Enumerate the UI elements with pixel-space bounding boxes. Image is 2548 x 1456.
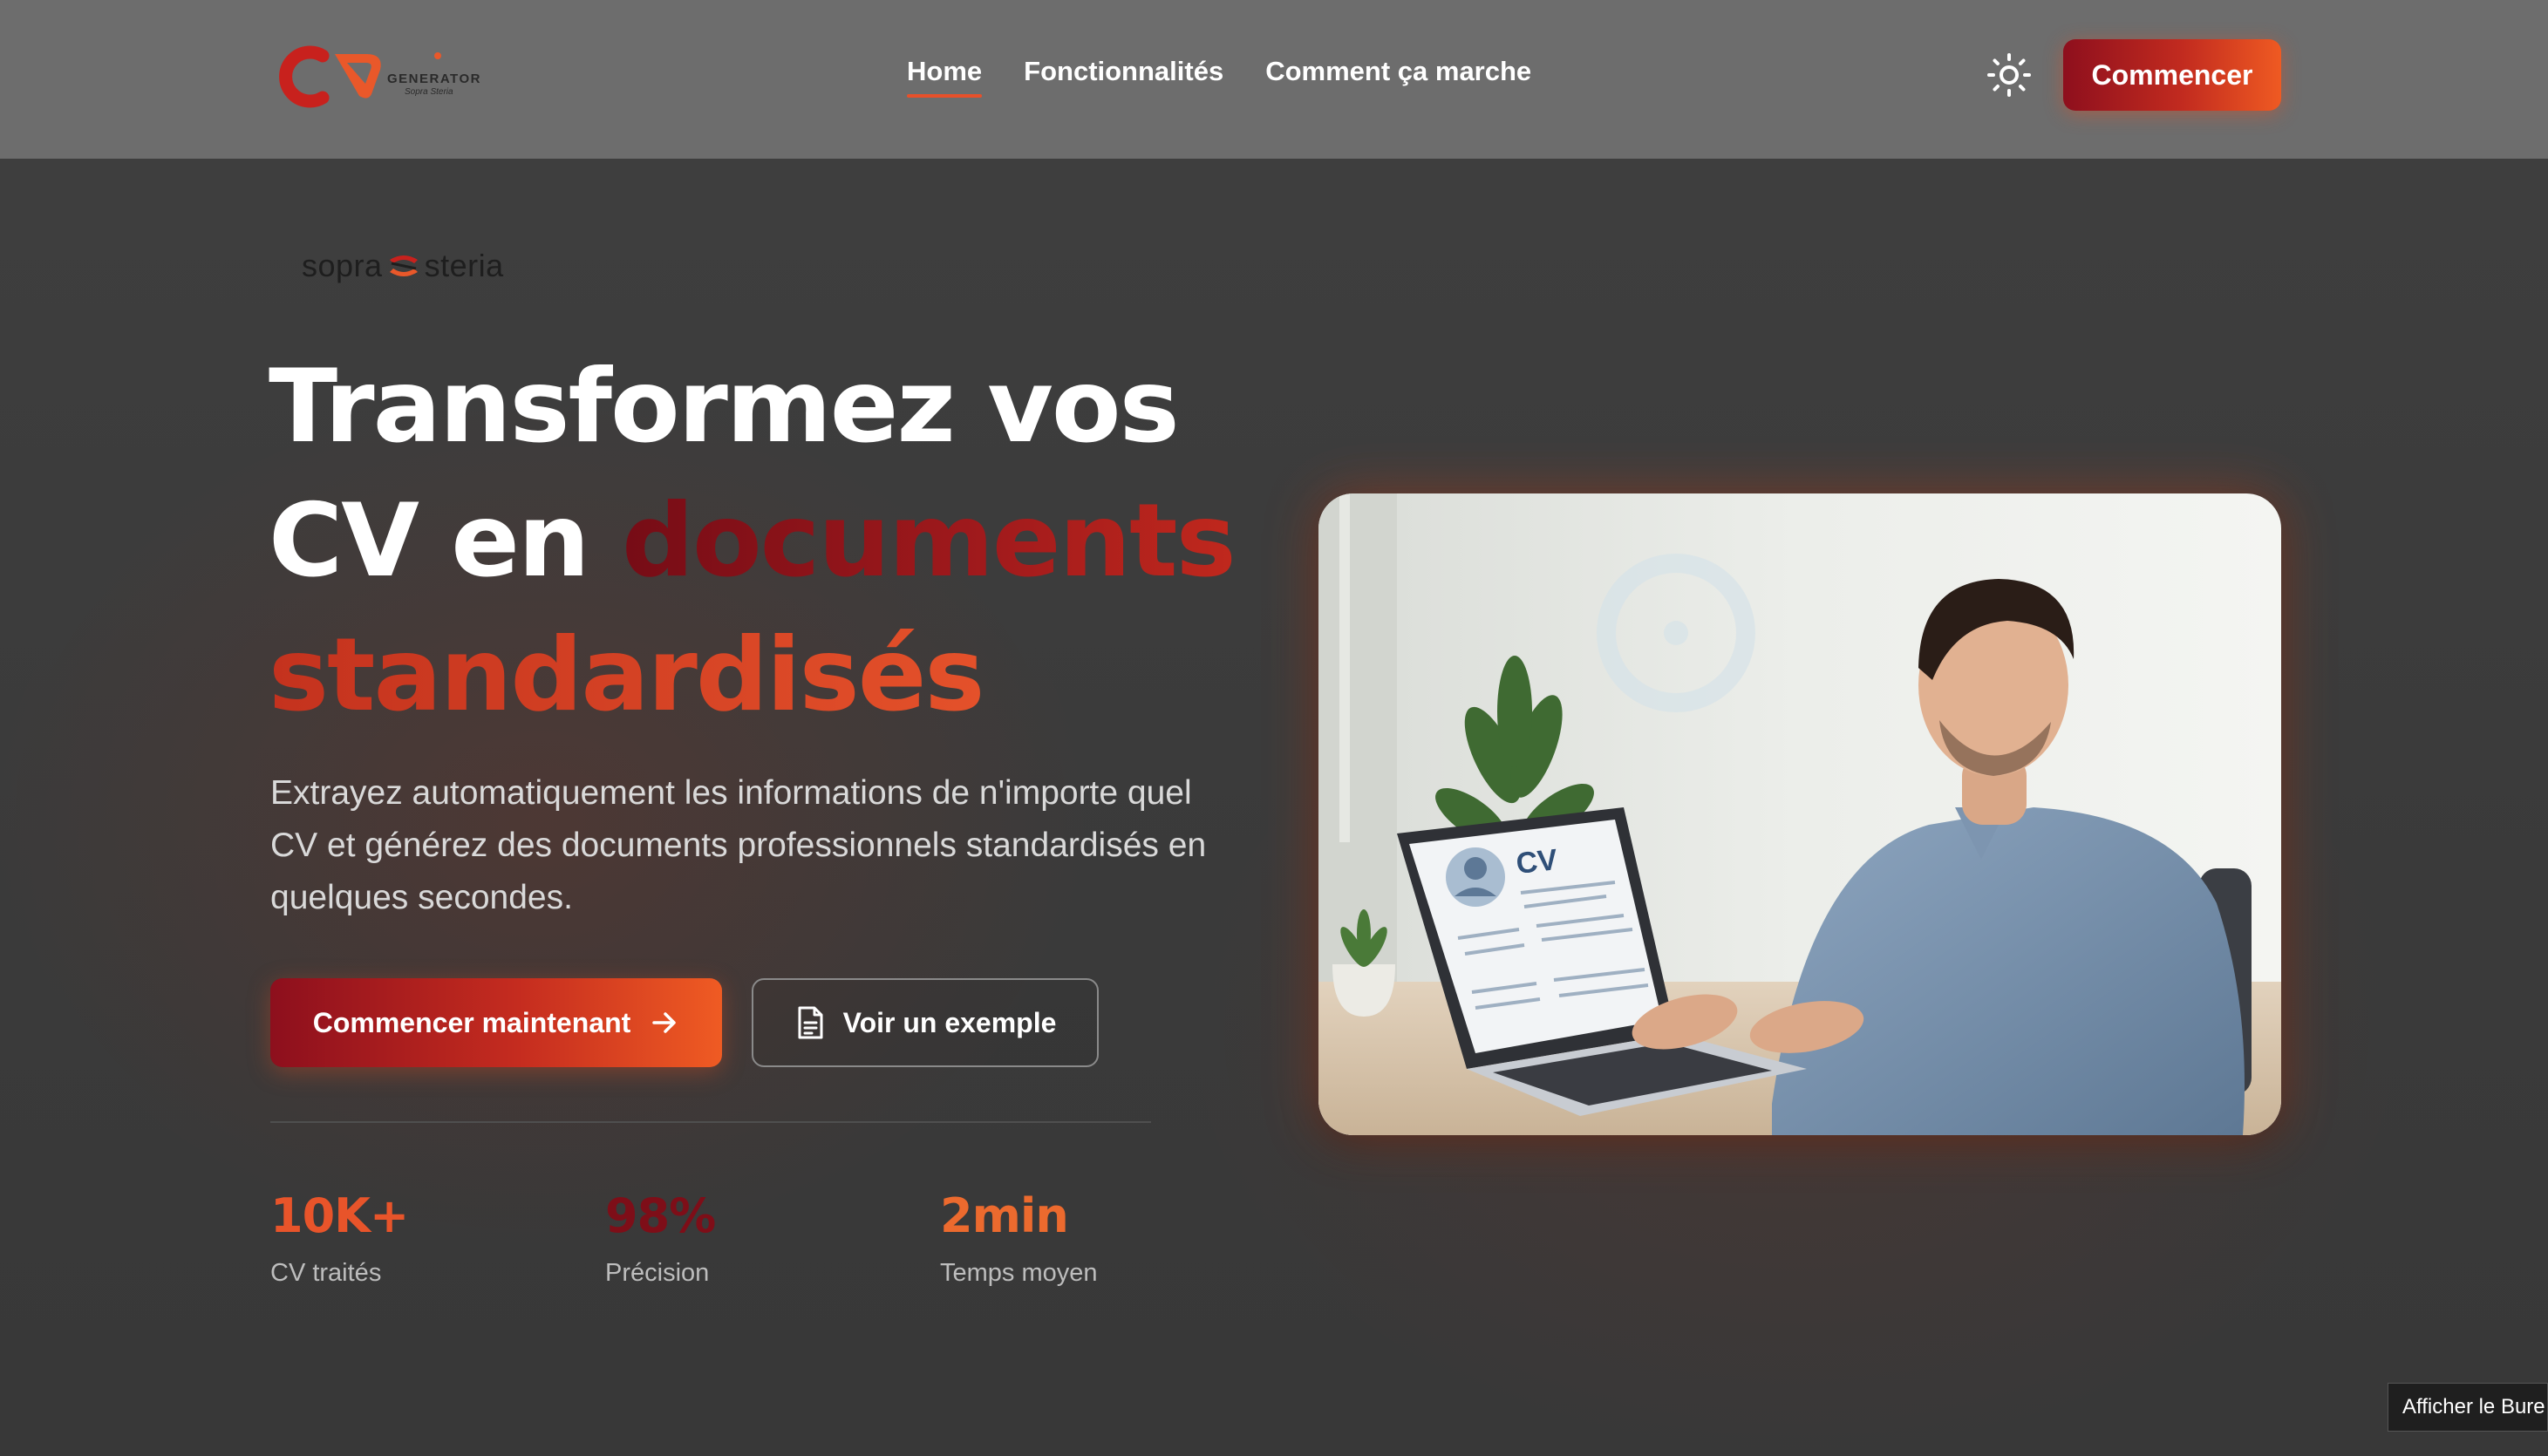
sopra-steria-logo: sopra steria — [302, 244, 504, 288]
svg-text:CV: CV — [1515, 843, 1559, 881]
show-desktop-tooltip[interactable]: Afficher le Bure — [2388, 1383, 2548, 1432]
hero-title: Transformez vos CV en documents standard… — [269, 340, 1271, 743]
main-nav: Home Fonctionnalités Comment ça marche — [907, 54, 1531, 106]
brand-text-left: sopra — [302, 248, 383, 283]
nav-item-fonctionnalites[interactable]: Fonctionnalités — [1024, 54, 1223, 98]
nav-item-comment-ca-marche[interactable]: Comment ça marche — [1265, 54, 1531, 98]
logo-title: GENERATOR — [387, 71, 481, 86]
logo-subtitle: Sopra Steria — [405, 87, 453, 97]
theme-toggle-button[interactable] — [1985, 51, 2034, 99]
stat-precision: 98% Précision — [605, 1186, 716, 1288]
stat-label: Temps moyen — [940, 1259, 1098, 1287]
secondary-button-label: Voir un exemple — [842, 1006, 1057, 1038]
site-header: GENERATOR Sopra Steria Home Fonctionnali… — [0, 0, 2548, 159]
sun-icon — [1987, 53, 2031, 97]
hero-title-line2-prefix: CV en — [269, 482, 622, 600]
header-commencer-button[interactable]: Commencer — [2063, 39, 2281, 111]
brand-text-right: steria — [424, 248, 504, 283]
hero-title-line1: Transformez vos — [269, 348, 1180, 466]
sopra-steria-mark-icon — [385, 251, 423, 281]
stat-value: 10K+ — [270, 1188, 409, 1243]
stat-cv-traites: 10K+ CV traités — [270, 1186, 409, 1288]
stat-value: 2min — [940, 1188, 1069, 1243]
stat-value: 98% — [605, 1188, 716, 1243]
voir-un-exemple-button[interactable]: Voir un exemple — [752, 978, 1099, 1067]
hero-title-highlight-standardises: standardisés — [269, 616, 984, 734]
document-icon — [798, 1006, 823, 1039]
stats-divider — [270, 1121, 1151, 1123]
cv-generator-logo[interactable]: GENERATOR Sopra Steria — [272, 44, 481, 110]
nav-item-home[interactable]: Home — [907, 54, 983, 98]
primary-button-label: Commencer maintenant — [312, 1006, 631, 1038]
hero-photo-man-with-laptop: CV — [1318, 493, 2281, 1135]
arrow-right-icon — [652, 1012, 677, 1033]
stat-label: CV traités — [270, 1259, 382, 1287]
hero-description: Extrayez automatiquement les information… — [270, 774, 1207, 916]
stat-temps-moyen: 2min Temps moyen — [940, 1186, 1098, 1288]
stat-label: Précision — [605, 1259, 710, 1287]
commencer-maintenant-button[interactable]: Commencer maintenant — [270, 978, 722, 1067]
hero-title-highlight-documents: documents — [621, 482, 1237, 600]
